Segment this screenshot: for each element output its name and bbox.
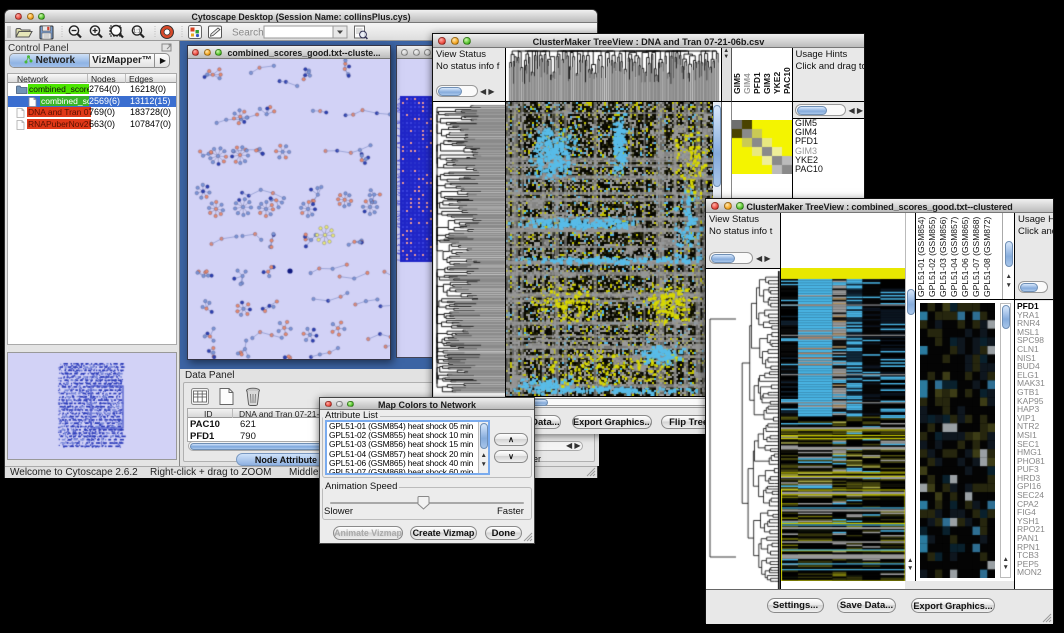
svg-text:Search:: Search: [232,28,266,39]
svg-text:1:1: 1:1 [133,29,141,35]
